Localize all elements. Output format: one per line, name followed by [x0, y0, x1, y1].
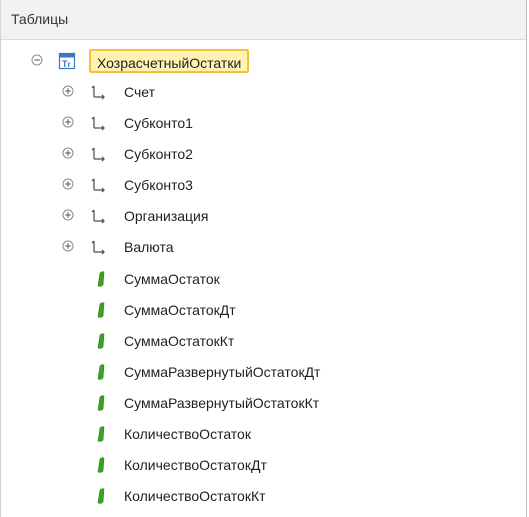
resource-icon [93, 425, 111, 443]
tree-item-label: Субконто3 [124, 177, 193, 193]
resource-icon [93, 487, 111, 505]
tree-item-dimension[interactable]: Счет [1, 77, 526, 107]
panel-title: Таблицы [11, 11, 69, 27]
tree-item-label: СуммаОстатокКт [124, 333, 235, 349]
tree-item-resource[interactable]: КоличествоОстаток [1, 419, 526, 449]
resource-icon [93, 394, 111, 412]
resource-icon [93, 363, 111, 381]
collapse-icon[interactable] [31, 54, 43, 66]
dimension-icon [90, 114, 108, 132]
resource-icon [93, 456, 111, 474]
tree-item-resource[interactable]: СуммаОстатокДт [1, 295, 526, 325]
tree-item-resource[interactable]: СуммаОстатокКт [1, 326, 526, 356]
panel-header: Таблицы [1, 0, 526, 40]
tree-item-dimension[interactable]: Субконто2 [1, 139, 526, 169]
expand-icon[interactable] [62, 147, 74, 159]
tree-item-label: СуммаОстаток [124, 271, 220, 287]
dimension-icon [90, 83, 108, 101]
expand-icon[interactable] [62, 116, 74, 128]
tree-item-resource[interactable]: КоличествоОстатокКт [1, 481, 526, 511]
dimension-icon [90, 238, 108, 256]
tree-item-resource[interactable]: СуммаОстаток [1, 264, 526, 294]
svg-text:r: r [68, 60, 71, 69]
tree-root-label[interactable]: ХозрасчетныйОстатки [89, 49, 250, 73]
tree-item-dimension[interactable]: Валюта [1, 232, 526, 262]
tree-item-label: СуммаРазвернутыйОстатокДт [124, 364, 321, 380]
tree-item-dimension[interactable]: Организация [1, 201, 526, 231]
tree-item-label: КоличествоОстаток [124, 426, 251, 442]
expand-icon[interactable] [62, 85, 74, 97]
resource-icon [93, 270, 111, 288]
dimension-icon [90, 145, 108, 163]
tree-item-label: КоличествоОстатокДт [124, 457, 267, 473]
dimension-icon [90, 207, 108, 225]
tables-panel: Таблицы T r ХозрасчетныйОстатки Счет Суб… [0, 0, 527, 517]
tree-item-label: Субконто2 [124, 146, 193, 162]
tree-item-label: Организация [124, 208, 209, 224]
tree-item-resource[interactable]: СуммаРазвернутыйОстатокДт [1, 357, 526, 387]
tree-item-label: СуммаРазвернутыйОстатокКт [124, 395, 320, 411]
tree-item-label: Субконто1 [124, 115, 193, 131]
tree-item-dimension[interactable]: Субконто3 [1, 170, 526, 200]
tree-item-resource[interactable]: КоличествоОстатокДт [1, 450, 526, 480]
expand-icon[interactable] [62, 240, 74, 252]
table-icon: T r [58, 52, 76, 70]
dimension-icon [90, 176, 108, 194]
tree-item-label: КоличествоОстатокКт [124, 488, 266, 504]
expand-icon[interactable] [62, 178, 74, 190]
tree-item-resource[interactable]: СуммаРазвернутыйОстатокКт [1, 388, 526, 418]
tree-root-row[interactable]: T r ХозрасчетныйОстатки [1, 46, 526, 76]
resource-icon [93, 301, 111, 319]
tree-item-label: Счет [124, 84, 155, 100]
tree-item-label: СуммаОстатокДт [124, 302, 236, 318]
expand-icon[interactable] [62, 209, 74, 221]
tree-item-label: Валюта [124, 239, 174, 255]
tree-item-dimension[interactable]: Субконто1 [1, 108, 526, 138]
resource-icon [93, 332, 111, 350]
